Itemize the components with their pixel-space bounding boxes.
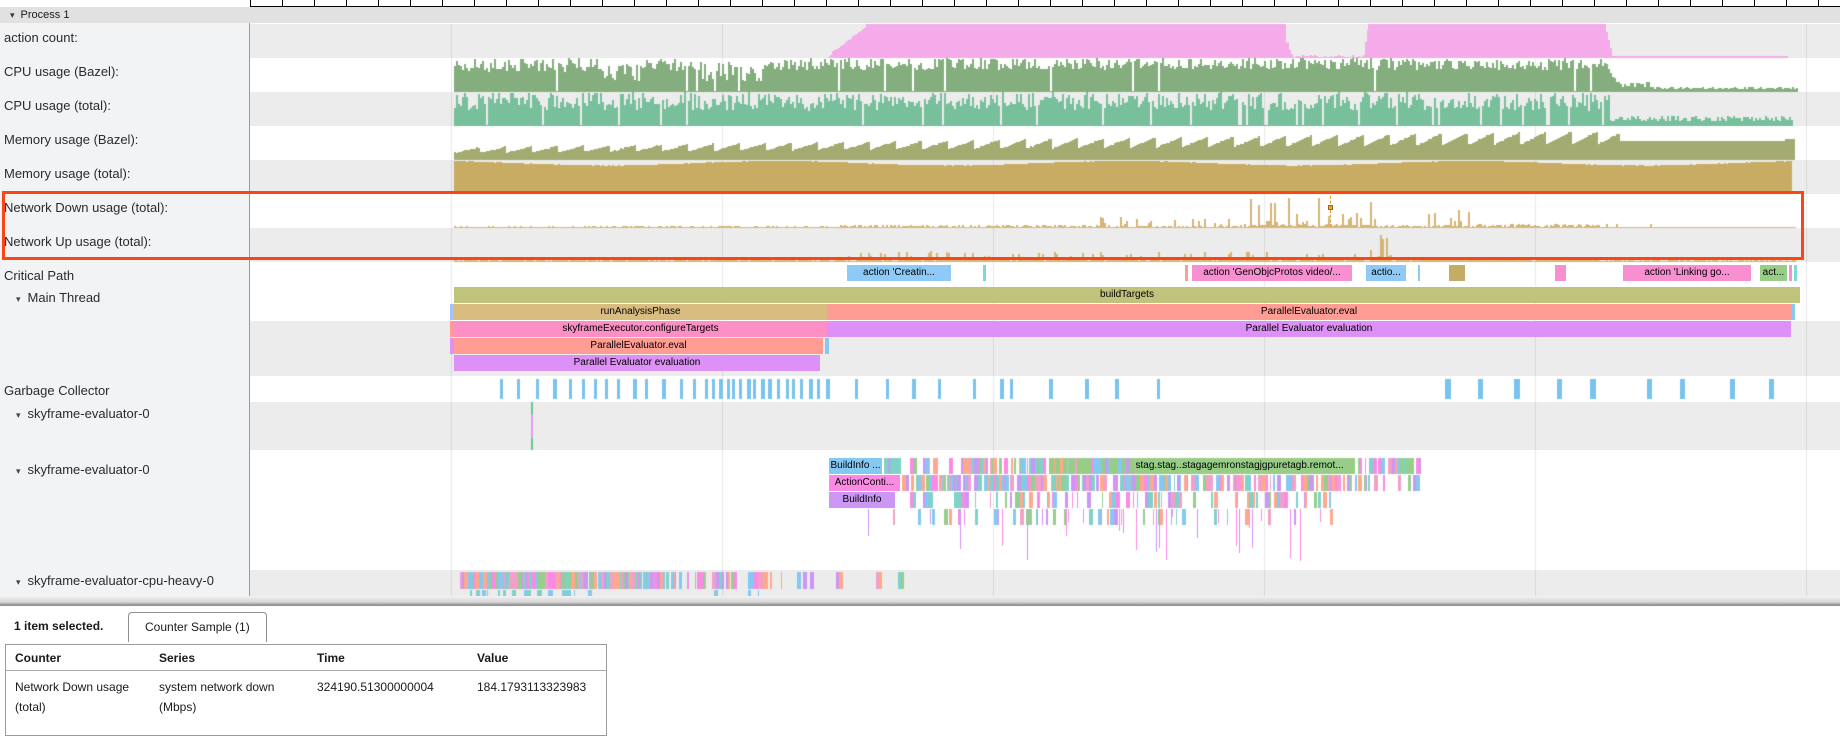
track-label-cpu-usage-total: CPU usage (total): [4, 98, 111, 113]
timeline-slice[interactable]: action 'Creatin... [847, 265, 951, 281]
trace-viewer: ▾Process 1 action 'Creatin...action 'Gen… [0, 0, 1840, 742]
highlight-box [2, 191, 1804, 260]
track-label-memory-usage-bazel: Memory usage (Bazel): [4, 132, 138, 147]
track-label-garbage-collector: Garbage Collector [4, 383, 110, 398]
timeline-slice[interactable]: skyframeExecutor.configureTargets [454, 321, 827, 337]
track-label-text: skyframe-evaluator-0 [28, 406, 150, 421]
track-label-action-count: action count: [4, 30, 78, 45]
tab-counter-sample[interactable]: Counter Sample (1) [128, 612, 267, 642]
track-label-critical-path: Critical Path [4, 268, 74, 283]
track-label-skyframe-evaluator-0[interactable]: ▾ skyframe-evaluator-0 [16, 406, 150, 423]
table-header-cell[interactable]: Value [477, 651, 508, 665]
timeline-slice-fragment[interactable] [1791, 304, 1795, 320]
timeline-slice[interactable]: BuildInfo ... [829, 458, 882, 474]
track-label-sidebar: action count: CPU usage (Bazel): CPU usage… [0, 23, 250, 596]
collapse-arrow-icon: ▾ [16, 294, 21, 304]
track-label-main-thread[interactable]: ▾ Main Thread [16, 290, 100, 307]
timeline-slice[interactable]: runAnalysisPhase [454, 304, 827, 320]
timeline-slice[interactable]: stagagemronstagjgpuretagb.remot... [1163, 458, 1363, 474]
timeline-slice-fragment[interactable] [1789, 265, 1792, 281]
timeline-slice-fragment[interactable] [1449, 265, 1465, 281]
timeline-slice[interactable]: Parallel Evaluator evaluation [454, 355, 820, 371]
table-header-divider [6, 670, 606, 671]
table-cell: Network Down usage [15, 677, 129, 697]
track-label-text: Garbage Collector [4, 383, 110, 398]
table-cell: (Mbps) [159, 697, 196, 717]
panel-splitter[interactable] [0, 596, 1840, 606]
selection-status: 1 item selected. [14, 619, 103, 633]
table-header-cell[interactable]: Counter [15, 651, 61, 665]
table-header-cell[interactable]: Time [317, 651, 345, 665]
track-label-text: CPU usage (total): [4, 98, 111, 113]
timeline-slice-fragment[interactable] [1794, 265, 1797, 281]
table-cell: (total) [15, 697, 46, 717]
timeline-slice[interactable]: action 'GenObjcProtos video/... [1192, 265, 1352, 281]
timeline-slice[interactable]: act... [1760, 265, 1787, 281]
table-cell: 324190.51300000004 [317, 677, 434, 697]
collapse-arrow-icon: ▾ [16, 410, 21, 420]
track-label-skyframe-evaluator-0[interactable]: ▾ skyframe-evaluator-0 [16, 462, 150, 479]
timeline-slice-fragment[interactable] [1418, 265, 1420, 281]
track-label-text: Critical Path [4, 268, 74, 283]
timeline-slice[interactable]: ParallelEvaluator.eval [454, 338, 823, 354]
track-label-text: skyframe-evaluator-cpu-heavy-0 [28, 573, 214, 588]
timeline-slice[interactable]: actio... [1366, 265, 1406, 281]
track-label-text: Memory usage (Bazel): [4, 132, 138, 147]
track-label-text: Main Thread [28, 290, 101, 305]
timeline-slice[interactable]: Parallel Evaluator evaluation [827, 321, 1791, 337]
track-label-text: CPU usage (Bazel): [4, 64, 119, 79]
track-label-memory-usage-total: Memory usage (total): [4, 166, 130, 181]
track-label-cpu-usage-bazel: CPU usage (Bazel): [4, 64, 119, 79]
table-cell: 184.1793113323983 [477, 677, 586, 697]
counter-sample-table: Counter Series Time Value Network Down usage… [5, 644, 607, 736]
details-panel: 1 item selected. Counter Sample (1) Coun… [0, 606, 1840, 742]
timeline-slice[interactable]: ActionConti... [829, 475, 900, 491]
collapse-arrow-icon: ▾ [16, 466, 21, 476]
track-label-skyframe-evaluator-cpu-heavy-0[interactable]: ▾ skyframe-evaluator-cpu-heavy-0 [16, 573, 214, 590]
timeline-slice[interactable]: ParallelEvaluator.eval [827, 304, 1791, 320]
timeline-slice-fragment[interactable] [1555, 265, 1566, 281]
track-label-text: Memory usage (total): [4, 166, 130, 181]
timeline-slice[interactable]: buildTargets [454, 287, 1800, 303]
timeline-slice-fragment[interactable] [1185, 265, 1188, 281]
track-label-text: action count: [4, 30, 78, 45]
table-cell: system network down [159, 677, 274, 697]
track-label-text: skyframe-evaluator-0 [28, 462, 150, 477]
table-header-cell[interactable]: Series [159, 651, 195, 665]
timeline-slice[interactable]: BuildInfo [829, 492, 895, 508]
collapse-arrow-icon: ▾ [16, 577, 21, 587]
timeline-slice-fragment[interactable] [983, 265, 986, 281]
timeline-slice-fragment[interactable] [825, 338, 829, 354]
timeline-slice[interactable]: action 'Linking go... [1623, 265, 1751, 281]
